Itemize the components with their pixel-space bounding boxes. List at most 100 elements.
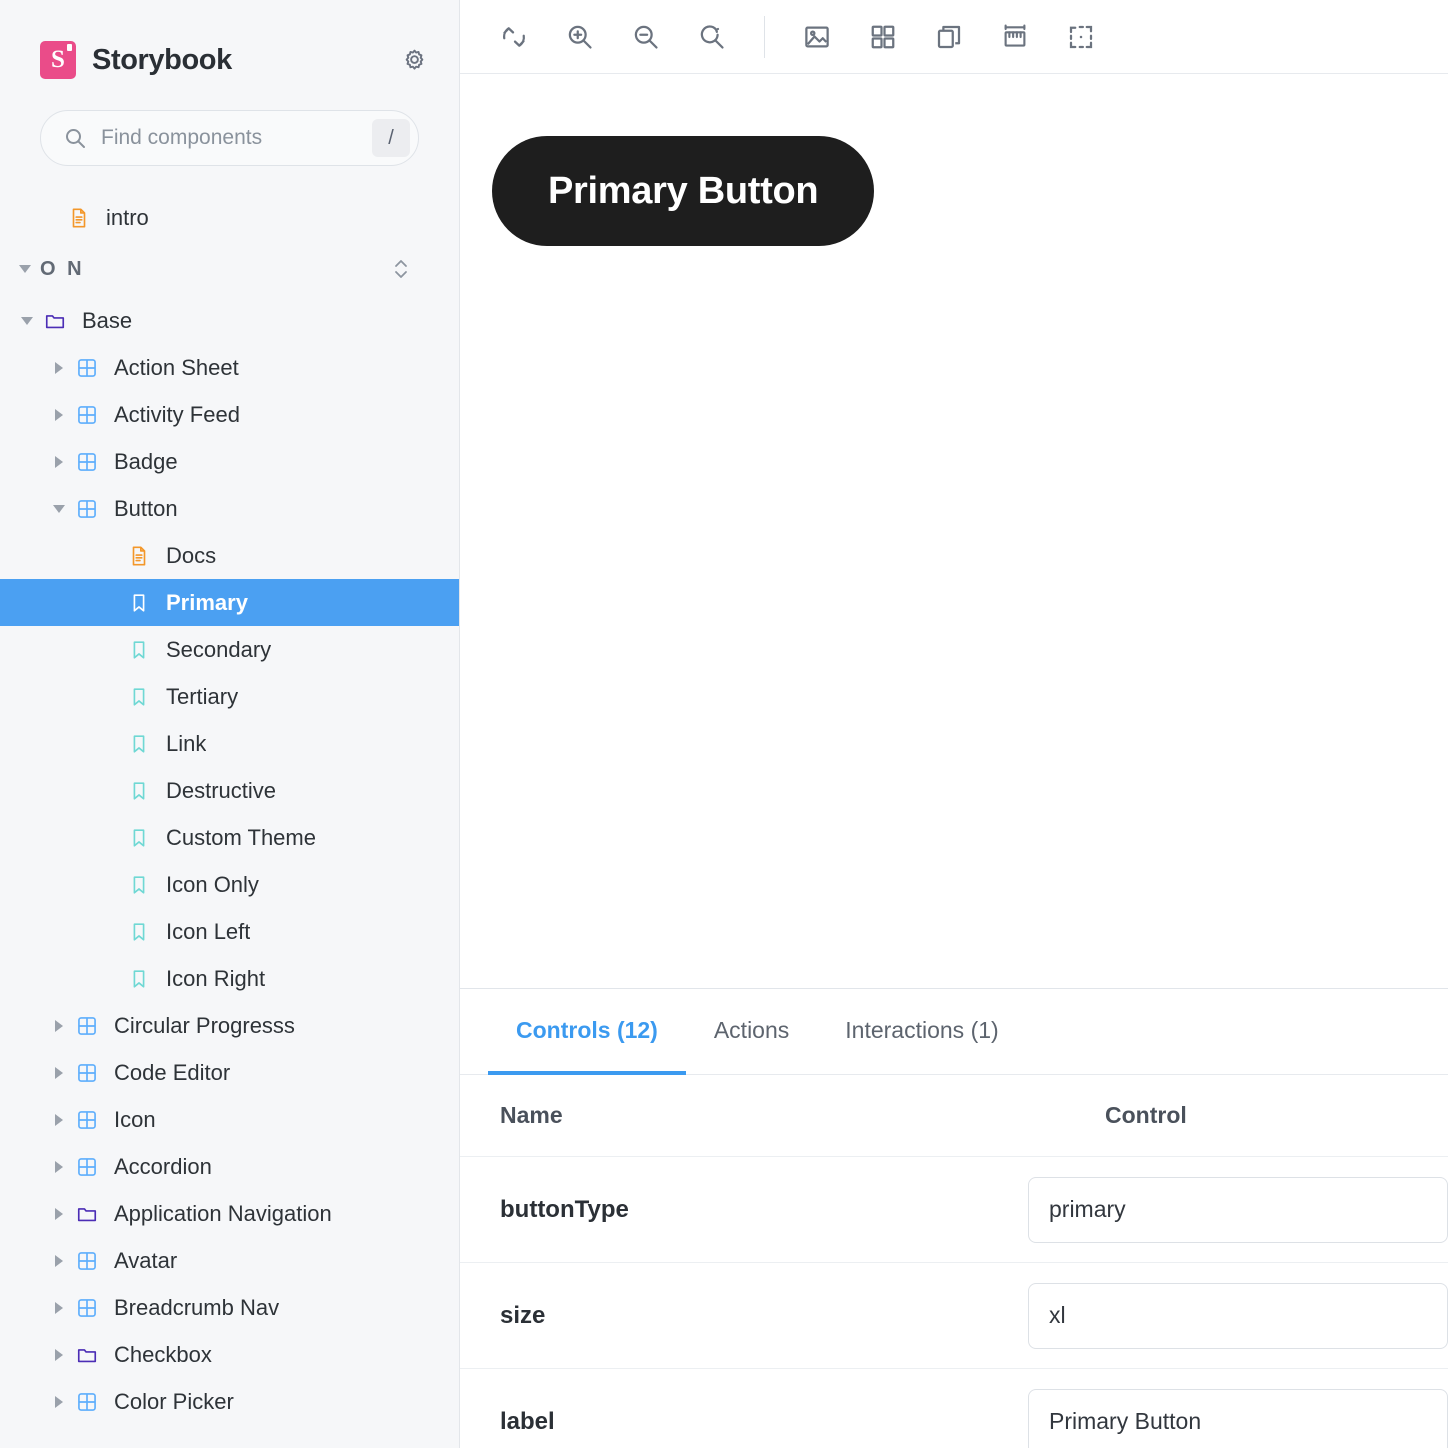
tab-actions[interactable]: Actions <box>686 989 817 1075</box>
brand[interactable]: S Storybook <box>40 41 232 79</box>
zoom-in-icon[interactable] <box>548 9 612 65</box>
tree-item-label: Button <box>114 495 178 521</box>
tree-item-label: Custom Theme <box>166 824 316 850</box>
brand-name: Storybook <box>92 43 232 76</box>
tree-item-breadcrumb-nav[interactable]: Breadcrumb Nav <box>0 1284 459 1331</box>
story-icon <box>126 731 152 757</box>
tree-item-docs[interactable]: Docs <box>0 532 459 579</box>
chevron-right-icon[interactable] <box>48 1062 70 1084</box>
chevron-right-icon[interactable] <box>48 451 70 473</box>
chevron-right-icon[interactable] <box>48 1109 70 1131</box>
zoom-out-icon[interactable] <box>614 9 678 65</box>
tree-item-code-editor[interactable]: Code Editor <box>0 1049 459 1096</box>
chevron-right-icon[interactable] <box>48 357 70 379</box>
tree-item-label: Application Navigation <box>114 1200 332 1226</box>
tree-item-label: Activity Feed <box>114 401 240 427</box>
outline-icon[interactable] <box>1049 9 1113 65</box>
component-icon <box>74 1389 100 1415</box>
control-name: size <box>500 1301 546 1329</box>
tree-item-icon-right[interactable]: Icon Right <box>0 955 459 1002</box>
chevron-right-icon[interactable] <box>48 1156 70 1178</box>
tab-interactions-1[interactable]: Interactions (1) <box>817 989 1026 1075</box>
story-icon <box>126 684 152 710</box>
remount-icon[interactable] <box>482 9 546 65</box>
control-row: label <box>460 1369 1448 1448</box>
tree-item-avatar[interactable]: Avatar <box>0 1237 459 1284</box>
chevron-right-icon[interactable] <box>48 1391 70 1413</box>
tree-item-accordion[interactable]: Accordion <box>0 1143 459 1190</box>
document-icon <box>126 543 152 569</box>
expand-collapse-all-icon[interactable] <box>389 255 413 283</box>
tree-item-action-sheet[interactable]: Action Sheet <box>0 344 459 391</box>
chevron-right-icon[interactable] <box>48 1015 70 1037</box>
folder-icon <box>74 1342 100 1368</box>
control-input-buttonType[interactable] <box>1028 1176 1448 1243</box>
gear-icon[interactable] <box>397 43 431 77</box>
tree-item-label: Color Picker <box>114 1388 234 1414</box>
toolbar-divider <box>764 15 765 58</box>
tree-item-label: Action Sheet <box>114 354 239 380</box>
tree-item-label: Primary <box>166 589 248 615</box>
tree-item-base[interactable]: Base <box>0 297 459 344</box>
tree-item-circular-progresss[interactable]: Circular Progresss <box>0 1002 459 1049</box>
storybook-logo-letter: S <box>51 45 65 73</box>
preview-toolbar <box>460 0 1448 74</box>
control-input-label[interactable] <box>1028 1388 1448 1448</box>
tree-item-icon[interactable]: Icon <box>0 1096 459 1143</box>
tree-section-o-n[interactable]: O N <box>0 241 459 297</box>
control-input-size[interactable] <box>1028 1282 1448 1349</box>
tree-item-label: Breadcrumb Nav <box>114 1294 280 1320</box>
sidebar-header: S Storybook <box>0 0 459 82</box>
tree-item-color-picker[interactable]: Color Picker <box>0 1378 459 1425</box>
tree-item-activity-feed[interactable]: Activity Feed <box>0 391 459 438</box>
tree-item-secondary[interactable]: Secondary <box>0 626 459 673</box>
tree-item-application-navigation[interactable]: Application Navigation <box>0 1190 459 1237</box>
control-row: buttonType <box>460 1157 1448 1263</box>
tree-item-label: Badge <box>114 448 178 474</box>
zoom-reset-icon[interactable] <box>680 9 744 65</box>
chevron-down-icon[interactable] <box>14 258 36 280</box>
component-icon <box>74 449 100 475</box>
tree-item-label: Docs <box>166 542 217 568</box>
search-input[interactable] <box>101 111 372 165</box>
search-shortcut-badge: / <box>372 119 410 157</box>
component-icon <box>74 1248 100 1274</box>
document-icon <box>66 205 92 231</box>
measure-icon[interactable] <box>983 9 1047 65</box>
tree-item-label: Icon Left <box>166 918 251 944</box>
chevron-right-icon[interactable] <box>48 1297 70 1319</box>
chevron-right-icon[interactable] <box>48 1344 70 1366</box>
chevron-right-icon[interactable] <box>48 1250 70 1272</box>
chevron-down-icon[interactable] <box>16 310 38 332</box>
tree-item-tertiary[interactable]: Tertiary <box>0 673 459 720</box>
sidebar: S Storybook / <box>0 0 460 1448</box>
tab-controls-12[interactable]: Controls (12) <box>488 989 686 1075</box>
background-icon[interactable] <box>785 9 849 65</box>
tree-item-custom-theme[interactable]: Custom Theme <box>0 814 459 861</box>
control-row: size <box>460 1263 1448 1369</box>
tree-item-intro[interactable]: intro <box>0 194 459 241</box>
chevron-right-icon[interactable] <box>48 1203 70 1225</box>
primary-button-preview[interactable]: Primary Button <box>492 136 875 246</box>
tree-item-destructive[interactable]: Destructive <box>0 767 459 814</box>
grid-icon[interactable] <box>851 9 915 65</box>
tree-item-icon-left[interactable]: Icon Left <box>0 908 459 955</box>
viewport-icon[interactable] <box>917 9 981 65</box>
tree-item-button[interactable]: Button <box>0 485 459 532</box>
search-box[interactable]: / <box>40 110 419 166</box>
component-icon <box>74 402 100 428</box>
tree-item-checkbox[interactable]: Checkbox <box>0 1331 459 1378</box>
tree-item-link[interactable]: Link <box>0 720 459 767</box>
tree-item-label: Accordion <box>114 1153 212 1179</box>
tree-item-badge[interactable]: Badge <box>0 438 459 485</box>
chevron-right-icon[interactable] <box>48 404 70 426</box>
column-header-name: Name <box>500 1102 563 1128</box>
tree-item-icon-only[interactable]: Icon Only <box>0 861 459 908</box>
chevron-down-icon[interactable] <box>48 498 70 520</box>
tree-item-primary[interactable]: Primary <box>0 579 459 626</box>
tree-item-label: Avatar <box>114 1247 178 1273</box>
control-cell <box>1028 1388 1448 1448</box>
